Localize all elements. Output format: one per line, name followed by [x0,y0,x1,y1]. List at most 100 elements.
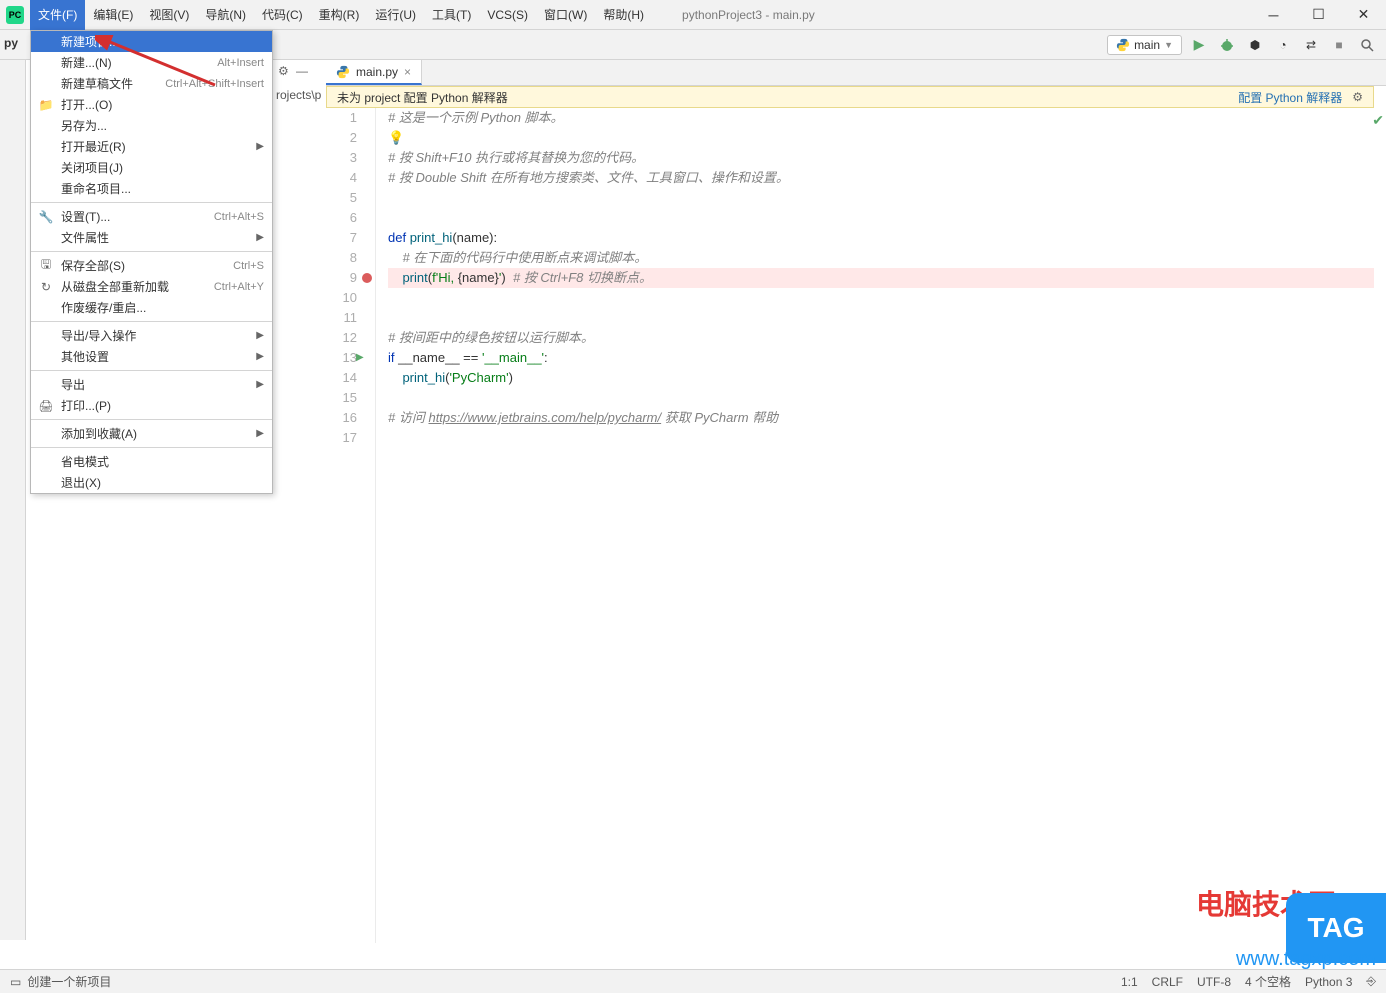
status-widget[interactable]: 4 个空格 [1245,973,1291,990]
code-line[interactable]: if __name__ == '__main__': [388,348,1374,368]
code-editor[interactable]: 12345678910111213▶14151617 # 这是一个示例 Pyth… [326,108,1374,943]
statusbar-icon[interactable]: ▭ [10,975,21,989]
menu-separator [31,321,272,322]
menu-帮助h[interactable]: 帮助(H) [595,0,652,30]
menu-运行u[interactable]: 运行(U) [367,0,424,30]
interpreter-warning-bar: 未为 project 配置 Python 解释器 配置 Python 解释器 ⚙ [326,86,1374,108]
code-line[interactable] [388,208,1374,228]
menu-item-label: 省电模式 [61,453,109,470]
file-menu-item[interactable]: 🖫保存全部(S)Ctrl+S [31,255,272,276]
menu-item-label: 关闭项目(J) [61,159,123,176]
menu-文件f[interactable]: 文件(F) [30,0,85,30]
code-line[interactable] [388,288,1374,308]
run-gutter-icon[interactable]: ▶ [356,348,364,368]
file-menu-item[interactable]: 新建项目... [31,31,272,52]
submenu-arrow-icon: ▶ [256,351,264,362]
code-line[interactable]: def print_hi(name): [388,228,1374,248]
settings-icon[interactable]: ⚙ [278,64,289,78]
tab-close-icon[interactable]: × [404,65,411,79]
file-menu-item[interactable]: 作废缓存/重启... [31,297,272,318]
code-line[interactable]: # 访问 https://www.jetbrains.com/help/pych… [388,408,1374,428]
menu-item-label: 重命名项目... [61,180,131,197]
code-line[interactable]: # 按 Shift+F10 执行或将其替换为您的代码。 [388,148,1374,168]
menu-导航n[interactable]: 导航(N) [197,0,254,30]
file-menu-item[interactable]: 导出/导入操作▶ [31,325,272,346]
close-button[interactable]: ✕ [1341,0,1386,30]
tab-filename: main.py [356,65,398,79]
submenu-arrow-icon: ▶ [256,232,264,243]
inspection-check-icon[interactable]: ✔ [1372,112,1384,129]
minimize-button[interactable]: ─ [1251,0,1296,30]
code-line[interactable]: print(f'Hi, {name}') # 按 Ctrl+F8 切换断点。 [388,268,1374,288]
code-line[interactable]: # 这是一个示例 Python 脚本。 [388,108,1374,128]
search-button[interactable] [1356,34,1378,56]
file-menu-item[interactable]: 文件属性▶ [31,227,272,248]
code-line[interactable]: # 按间距中的绿色按钮以运行脚本。 [388,328,1374,348]
file-menu-item[interactable]: 打开最近(R)▶ [31,136,272,157]
breadcrumb-path[interactable]: rojects\p [276,88,321,102]
warning-settings-icon[interactable]: ⚙ [1352,90,1363,104]
menu-代码c[interactable]: 代码(C) [254,0,311,30]
file-menu-item[interactable]: 📁打开...(O) [31,94,272,115]
file-menu-item[interactable]: 导出▶ [31,374,272,395]
configure-interpreter-link[interactable]: 配置 Python 解释器 [1238,89,1342,106]
menu-item-label: 打印...(P) [61,397,111,414]
editor-gutter[interactable]: 12345678910111213▶14151617 [326,108,376,943]
code-line[interactable]: # 按 Double Shift 在所有地方搜索类、文件、工具窗口、操作和设置。 [388,168,1374,188]
debug-button[interactable] [1216,34,1238,56]
menu-窗口w[interactable]: 窗口(W) [536,0,595,30]
menu-重构r[interactable]: 重构(R) [311,0,368,30]
menu-工具t[interactable]: 工具(T) [424,0,479,30]
lightbulb-icon[interactable]: 💡 [388,130,404,145]
code-line[interactable] [388,388,1374,408]
coverage-button[interactable]: ⬢ [1244,34,1266,56]
run-button[interactable]: ▶ [1188,34,1210,56]
run-config-selector[interactable]: main ▼ [1107,35,1182,55]
menu-item-label: 退出(X) [61,474,101,491]
menu-编辑e[interactable]: 编辑(E) [85,0,141,30]
status-widget[interactable]: 1:1 [1121,975,1138,989]
file-menu-item[interactable]: 省电模式 [31,451,272,472]
attach-button[interactable]: ⇄ [1300,34,1322,56]
file-menu-item[interactable]: 🔧设置(T)...Ctrl+Alt+S [31,206,272,227]
file-menu-item[interactable]: 退出(X) [31,472,272,493]
dropdown-icon: ▼ [1164,40,1173,50]
file-menu-item[interactable]: 重命名项目... [31,178,272,199]
submenu-arrow-icon: ▶ [256,428,264,439]
statusbar-right: 1:1 CRLF UTF-8 4 个空格 Python 3 ⎆ [1121,973,1376,990]
file-menu-item[interactable]: 新建...(N)Alt+Insert [31,52,272,73]
menu-item-label: 打开最近(R) [61,138,126,155]
menu-item-label: 导出 [61,376,85,393]
code-line[interactable]: # 在下面的代码行中使用断点来调试脚本。 [388,248,1374,268]
status-widget[interactable]: CRLF [1152,975,1183,989]
project-tool-label[interactable]: py [4,36,18,50]
breakpoint-icon[interactable] [362,273,372,283]
menu-item-label: 保存全部(S) [61,257,125,274]
code-line[interactable]: 💡 [388,128,1374,148]
status-widget[interactable]: UTF-8 [1197,975,1231,989]
profile-button[interactable]: ◔ [1272,34,1294,56]
code-line[interactable] [388,308,1374,328]
code-line[interactable]: print_hi('PyCharm') [388,368,1374,388]
file-menu-item[interactable]: 添加到收藏(A)▶ [31,423,272,444]
file-menu-item[interactable]: ↻从磁盘全部重新加载Ctrl+Alt+Y [31,276,272,297]
code-line[interactable] [388,428,1374,448]
file-menu-item[interactable]: 新建草稿文件 Ctrl+Alt+Shift+Insert [31,73,272,94]
menu-shortcut: Ctrl+Alt+Shift+Insert [165,78,264,90]
maximize-button[interactable]: ☐ [1296,0,1341,30]
menu-视图v[interactable]: 视图(V) [141,0,197,30]
status-widget[interactable]: ⎆ [1366,974,1376,989]
code-area[interactable]: # 这是一个示例 Python 脚本。 💡 # 按 Shift+F10 执行或将其替… [376,108,1374,943]
file-menu-item[interactable]: 其他设置 ▶ [31,346,272,367]
editor-tab-main[interactable]: main.py × [326,60,422,85]
file-menu-item[interactable]: 另存为... [31,115,272,136]
stop-button[interactable]: ■ [1328,34,1350,56]
status-widget[interactable]: Python 3 [1305,975,1352,989]
menu-item-label: 其他设置 [61,348,109,365]
menu-vcss[interactable]: VCS(S) [479,0,536,30]
menu-item-label: 作废缓存/重启... [61,299,146,316]
file-menu-item[interactable]: 关闭项目(J) [31,157,272,178]
code-line[interactable] [388,188,1374,208]
menu-item-label: 新建草稿文件 [61,75,133,92]
file-menu-item[interactable]: 🖨打印...(P) [31,395,272,416]
